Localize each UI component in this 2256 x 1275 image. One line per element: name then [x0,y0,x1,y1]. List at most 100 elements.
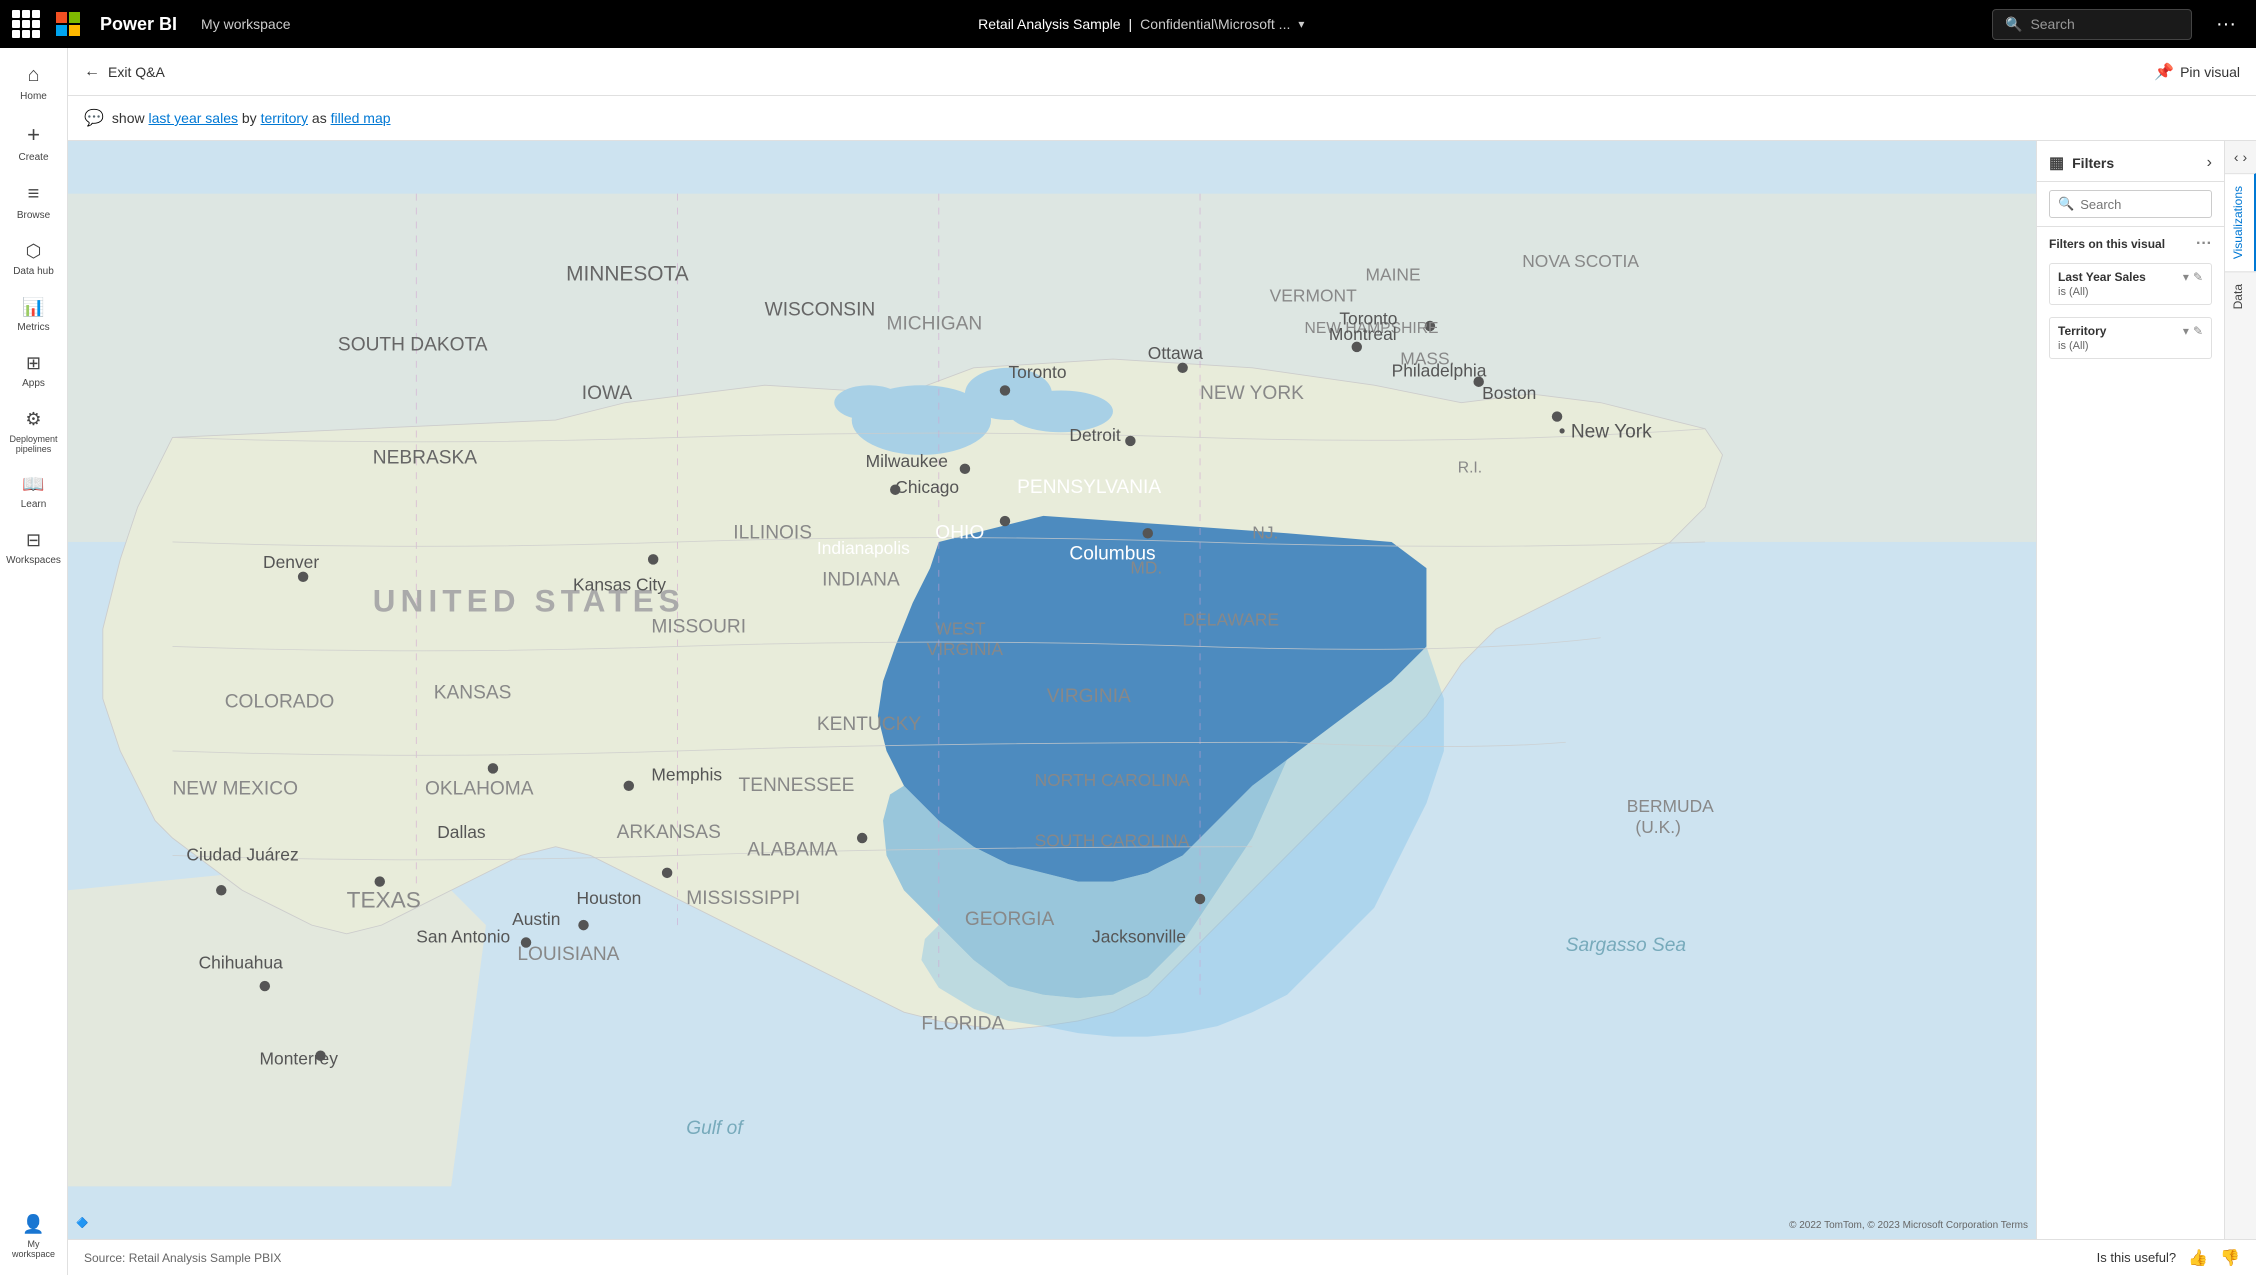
nav-search-box[interactable]: 🔍 [1992,9,2192,40]
svg-text:(U.K.): (U.K.) [1635,817,1680,837]
query-bar: 💬 show last year sales by territory as f… [68,96,2256,141]
sidebar-item-workspaces[interactable]: ⊟ Workspaces [4,522,64,574]
microsoft-logo [56,12,80,36]
sidebar-item-deployment[interactable]: ⚙ Deployment pipelines [4,401,64,462]
svg-text:MAINE: MAINE [1365,265,1420,285]
svg-text:San Antonio: San Antonio [416,927,510,947]
title-chevron-icon[interactable]: ▾ [1298,17,1304,31]
bottom-bar: Source: Retail Analysis Sample PBIX Is t… [68,1239,2256,1275]
svg-text:Jacksonville: Jacksonville [1092,927,1186,947]
workspaces-icon: ⊟ [26,530,41,551]
sidebar-datahub-label: Data hub [13,266,54,277]
filters-search-box[interactable]: 🔍 [2049,190,2212,218]
filters-header: ▦ Filters › [2037,141,2224,182]
title-separator: | [1129,16,1133,32]
feedback-area: Is this useful? 👍 👎 [2097,1248,2240,1268]
svg-text:IOWA: IOWA [582,383,633,404]
query-text: show last year sales by territory as fil… [112,110,391,126]
tab-data[interactable]: Data [2225,271,2256,321]
query-as: as [312,110,331,126]
filters-section-more-button[interactable]: ··· [2196,235,2212,253]
sidebar-deployment-label: Deployment pipelines [8,434,60,454]
sidebar-item-browse[interactable]: ≡ Browse [4,175,64,229]
svg-text:OKLAHOMA: OKLAHOMA [425,778,534,799]
svg-text:TENNESSEE: TENNESSEE [739,775,855,796]
map-area[interactable]: MINNESOTA WISCONSIN SOUTH DAKOTA IOWA NE… [68,141,2036,1239]
filter-expand-icon-2[interactable]: ▾ [2183,324,2189,338]
svg-text:Dallas: Dallas [437,822,486,842]
sidebar-item-apps[interactable]: ⊞ Apps [4,345,64,397]
filter-expand-icon[interactable]: ▾ [2183,270,2189,284]
query-keyword-territory: territory [261,110,308,126]
tomtom-text: 🔷 [76,1218,88,1229]
svg-text:Ciudad Juárez: Ciudad Juárez [186,845,298,865]
svg-text:Philadelphia: Philadelphia [1392,361,1487,381]
svg-text:GEORGIA: GEORGIA [965,909,1055,930]
filter-edit-icon-2[interactable]: ✎ [2193,324,2203,338]
right-panel-tabs: ‹ › Visualizations Data [2224,141,2256,1239]
sidebar-item-datahub[interactable]: ⬡ Data hub [4,233,64,285]
nav-search-input[interactable] [2030,16,2170,32]
svg-text:Milwaukee: Milwaukee [866,451,948,471]
svg-text:Detroit: Detroit [1069,425,1120,445]
back-arrow-icon: ← [84,63,100,81]
exit-qa-label: Exit Q&A [108,64,165,80]
svg-text:PENNSYLVANIA: PENNSYLVANIA [1017,477,1161,498]
svg-text:Ottawa: Ottawa [1148,343,1203,363]
tab-visualizations[interactable]: Visualizations [2225,173,2256,271]
nav-search-icon: 🔍 [2005,16,2022,33]
svg-text:Chicago: Chicago [895,477,959,497]
svg-text:Sargasso Sea: Sargasso Sea [1566,935,1686,956]
svg-text:SOUTH DAKOTA: SOUTH DAKOTA [338,334,488,355]
sidebar-learn-label: Learn [21,499,47,510]
workspace-label[interactable]: My workspace [201,16,290,32]
filters-search-input[interactable] [2080,197,2203,212]
sidebar-item-home[interactable]: ⌂ Home [4,56,64,110]
filter-item-controls: ▾ ✎ [2183,270,2203,284]
datahub-icon: ⬡ [26,241,42,262]
filters-search-icon: 🔍 [2058,196,2074,212]
svg-text:Boston: Boston [1482,383,1536,403]
svg-text:WEST: WEST [935,618,986,638]
exit-qa-button[interactable]: ← Exit Q&A [84,63,165,81]
sidebar-apps-label: Apps [22,378,45,389]
thumbup-button[interactable]: 👍 [2188,1248,2208,1268]
sidebar-item-learn[interactable]: 📖 Learn [4,466,64,518]
svg-text:ILLINOIS: ILLINOIS [733,522,812,543]
right-panel-collapse-button[interactable]: ‹ › [2226,141,2255,173]
sidebar-item-metrics[interactable]: 📊 Metrics [4,289,64,341]
grid-menu-icon[interactable] [12,10,40,38]
filter-edit-icon[interactable]: ✎ [2193,270,2203,284]
pin-visual-button[interactable]: 📌 Pin visual [2154,62,2240,82]
svg-text:Monterrey: Monterrey [260,1048,339,1068]
thumbdown-button[interactable]: 👎 [2220,1248,2240,1268]
svg-text:NEBRASKA: NEBRASKA [373,448,477,469]
svg-text:OHIO: OHIO [935,522,984,543]
sidebar-item-create[interactable]: + Create [4,114,64,171]
sidebar-create-label: Create [18,152,48,163]
map-copyright: © 2022 TomTom, © 2023 Microsoft Corporat… [1789,1220,2028,1231]
svg-text:MINNESOTA: MINNESOTA [566,263,689,286]
top-navigation: Power BI My workspace Retail Analysis Sa… [0,0,2256,48]
report-title: Retail Analysis Sample | Confidential\Mi… [978,16,1304,32]
svg-text:TEXAS: TEXAS [347,888,421,913]
svg-text:MISSOURI: MISSOURI [651,617,746,638]
sidebar-home-label: Home [20,91,47,102]
map-svg: MINNESOTA WISCONSIN SOUTH DAKOTA IOWA NE… [68,141,2036,1239]
filter-territory-name: Territory [2058,324,2106,338]
map-filters-area: MINNESOTA WISCONSIN SOUTH DAKOTA IOWA NE… [68,141,2256,1239]
filter-item-lastyearsales: Last Year Sales ▾ ✎ is (All) [2049,263,2212,305]
more-options-button[interactable]: ··· [2208,9,2244,40]
sidebar-item-myworkspace[interactable]: 👤 My workspace [4,1206,64,1267]
pin-icon: 📌 [2154,62,2174,82]
filters-collapse-button[interactable]: › [2207,154,2212,172]
filters-panel: ▦ Filters › 🔍 Filters on this visual ··· [2036,141,2224,1239]
query-keyword-map: filled map [331,110,391,126]
sidebar-browse-label: Browse [17,210,50,221]
metrics-icon: 📊 [22,297,44,318]
home-icon: ⌂ [27,64,39,87]
svg-text:FLORIDA: FLORIDA [921,1014,1004,1035]
filter-territory-value: is (All) [2058,340,2203,352]
svg-text:KENTUCKY: KENTUCKY [817,714,921,735]
query-keyword-sales: last year sales [149,110,238,126]
